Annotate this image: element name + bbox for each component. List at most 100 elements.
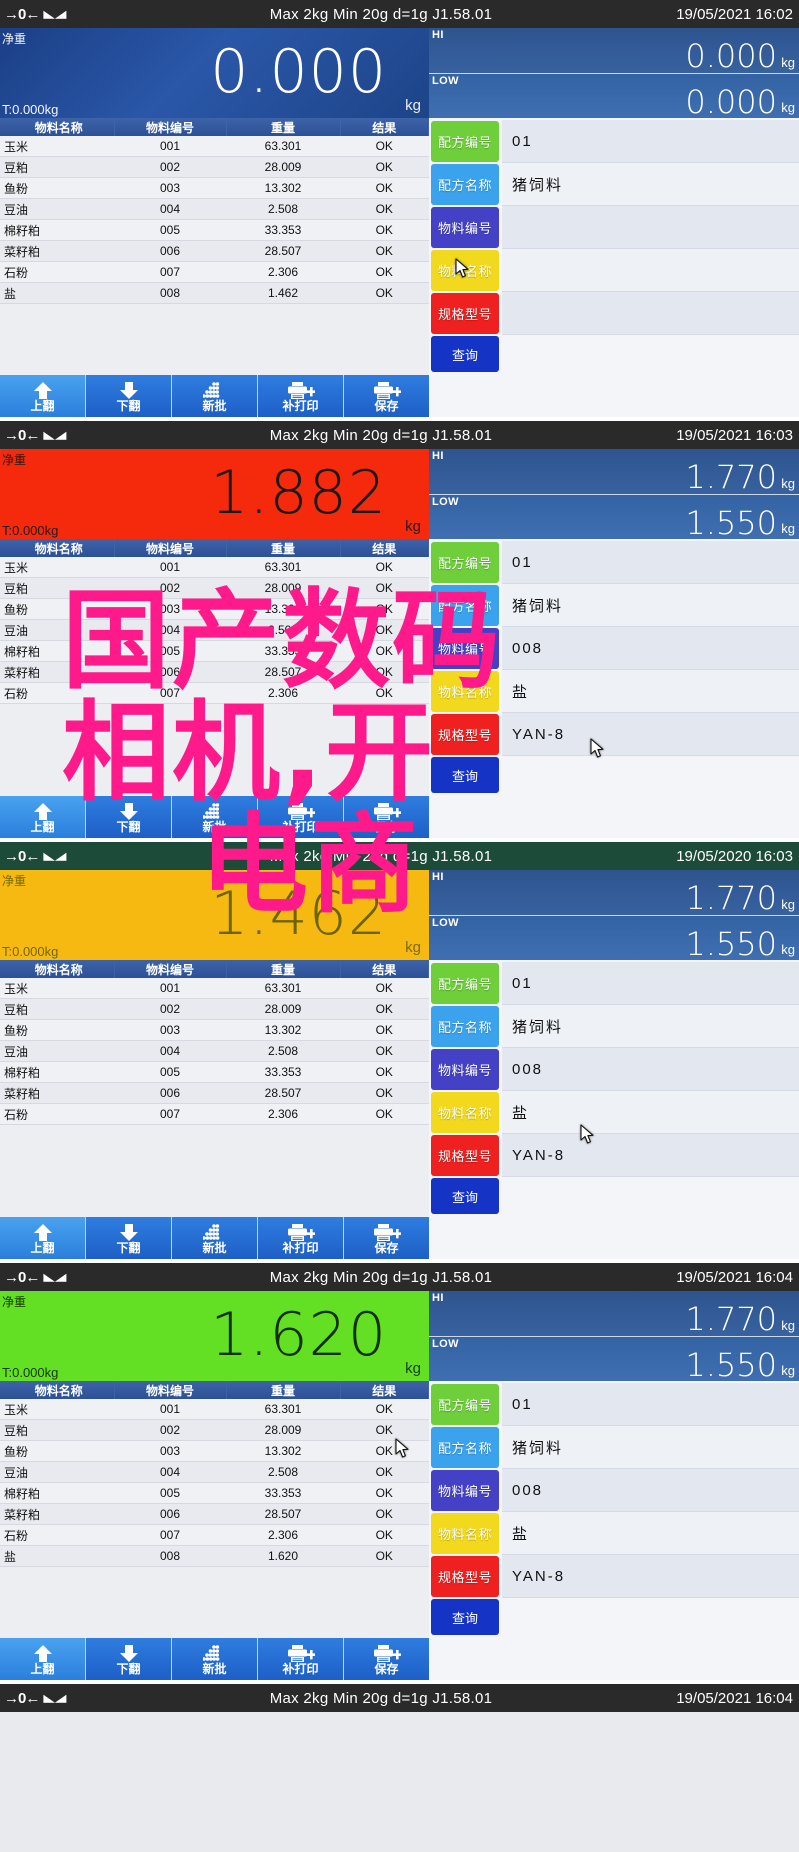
toolbar-button-保存[interactable]: 保存 — [344, 1638, 429, 1680]
toolbar-button-上翻[interactable]: 上翻 — [0, 375, 86, 417]
table-row[interactable]: 豆粕 002 28.009 OK — [0, 156, 429, 178]
table-row[interactable]: 鱼粉 003 13.302 OK — [0, 598, 429, 620]
form-value-spec-model[interactable] — [502, 292, 799, 335]
form-label-recipe-name[interactable]: 配方名称 — [431, 585, 499, 626]
material-table[interactable]: 物料名称 物料编号 重量 结果 玉米 001 63.301 OK 豆粕 002 28.009 OK 鱼粉… — [0, 539, 429, 796]
form-value-material-name[interactable]: 盐 — [502, 1091, 799, 1134]
table-row[interactable]: 豆油 004 2.508 OK — [0, 198, 429, 220]
toolbar-button-补打印[interactable]: 补打印 — [258, 796, 344, 838]
table-row[interactable]: 玉米 001 63.301 OK — [0, 978, 429, 999]
form-label-spec-model[interactable]: 规格型号 — [431, 1135, 499, 1176]
table-row[interactable]: 鱼粉 003 13.302 OK — [0, 1019, 429, 1041]
form-value-material-code[interactable]: 008 — [502, 627, 799, 670]
table-row[interactable]: 豆粕 002 28.009 OK — [0, 998, 429, 1020]
table-row[interactable]: 棉籽粕 005 33.353 OK — [0, 1061, 429, 1083]
form-label-material-code[interactable]: 物料编号 — [431, 628, 499, 669]
table-row[interactable]: 鱼粉 003 13.302 OK — [0, 1440, 429, 1462]
table-row[interactable]: 石粉 007 2.306 OK — [0, 1524, 429, 1546]
toolbar-button-下翻[interactable]: 下翻 — [86, 796, 172, 838]
form-value-material-code[interactable]: 008 — [502, 1469, 799, 1512]
form-value-material-name[interactable]: 盐 — [502, 1512, 799, 1555]
toolbar-button-下翻[interactable]: 下翻 — [86, 1217, 172, 1259]
form-label-material-name[interactable]: 物料名称 — [431, 1092, 499, 1133]
toolbar-button-补打印[interactable]: 补打印 — [258, 375, 344, 417]
form-value-material-name[interactable]: 盐 — [502, 670, 799, 713]
table-row[interactable]: 菜籽粕 006 28.507 OK — [0, 1082, 429, 1104]
table-row[interactable]: 菜籽粕 006 28.507 OK — [0, 1503, 429, 1525]
form-label-material-code[interactable]: 物料编号 — [431, 1049, 499, 1090]
table-row[interactable]: 豆粕 002 28.009 OK — [0, 577, 429, 599]
material-table[interactable]: 物料名称 物料编号 重量 结果 玉米 001 63.301 OK 豆粕 002 28.009 OK 鱼粉… — [0, 118, 429, 375]
toolbar-button-新批[interactable]: 新批 — [172, 796, 258, 838]
form-label-recipe-code[interactable]: 配方编号 — [431, 542, 499, 583]
material-table[interactable]: 物料名称 物料编号 重量 结果 玉米 001 63.301 OK 豆粕 002 28.009 OK 鱼粉… — [0, 1381, 429, 1638]
toolbar-button-新批[interactable]: 新批 — [172, 1638, 258, 1680]
toolbar-button-保存[interactable]: 保存 — [344, 375, 429, 417]
form-label-spec-model[interactable]: 规格型号 — [431, 714, 499, 755]
toolbar-button-新批[interactable]: 新批 — [172, 1217, 258, 1259]
table-row[interactable]: 玉米 001 63.301 OK — [0, 557, 429, 578]
table-row[interactable]: 棉籽粕 005 33.353 OK — [0, 1482, 429, 1504]
form-value-recipe-name[interactable]: 猪饲料 — [502, 1005, 799, 1048]
form-value-material-code[interactable] — [502, 206, 799, 249]
form-label-spec-model[interactable]: 规格型号 — [431, 293, 499, 334]
toolbar-button-上翻[interactable]: 上翻 — [0, 796, 86, 838]
form-label-recipe-code[interactable]: 配方编号 — [431, 121, 499, 162]
form-value-recipe-code[interactable]: 01 — [502, 120, 799, 163]
table-row[interactable]: 石粉 007 2.306 OK — [0, 1103, 429, 1125]
table-row[interactable]: 鱼粉 003 13.302 OK — [0, 177, 429, 199]
toolbar-button-下翻[interactable]: 下翻 — [86, 375, 172, 417]
form-value-material-name[interactable] — [502, 249, 799, 292]
form-value-recipe-name[interactable]: 猪饲料 — [502, 163, 799, 206]
form-value-recipe-name[interactable]: 猪饲料 — [502, 584, 799, 627]
query-button[interactable]: 查询 — [431, 336, 499, 372]
toolbar-button-保存[interactable]: 保存 — [344, 1217, 429, 1259]
toolbar-button-新批[interactable]: 新批 — [172, 375, 258, 417]
form-value-recipe-code[interactable]: 01 — [502, 541, 799, 584]
form-label-recipe-name[interactable]: 配方名称 — [431, 1006, 499, 1047]
toolbar-button-补打印[interactable]: 补打印 — [258, 1217, 344, 1259]
query-button[interactable]: 查询 — [431, 757, 499, 793]
table-row[interactable]: 豆油 004 2.508 OK — [0, 1040, 429, 1062]
table-row[interactable]: 玉米 001 63.301 OK — [0, 136, 429, 157]
table-row[interactable]: 豆油 004 2.508 OK — [0, 1461, 429, 1483]
form-label-material-code[interactable]: 物料编号 — [431, 207, 499, 248]
toolbar-button-上翻[interactable]: 上翻 — [0, 1638, 86, 1680]
query-button[interactable]: 查询 — [431, 1178, 499, 1214]
form-label-spec-model[interactable]: 规格型号 — [431, 1556, 499, 1597]
table-row[interactable]: 豆粕 002 28.009 OK — [0, 1419, 429, 1441]
toolbar-button-保存[interactable]: 保存 — [344, 796, 429, 838]
form-value-spec-model[interactable]: YAN-8 — [502, 1555, 799, 1598]
form-label-recipe-name[interactable]: 配方名称 — [431, 1427, 499, 1468]
form-label-material-code[interactable]: 物料编号 — [431, 1470, 499, 1511]
form-value-recipe-code[interactable]: 01 — [502, 962, 799, 1005]
table-row[interactable]: 菜籽粕 006 28.507 OK — [0, 661, 429, 683]
table-row[interactable]: 玉米 001 63.301 OK — [0, 1399, 429, 1420]
form-label-material-name[interactable]: 物料名称 — [431, 671, 499, 712]
form-value-spec-model[interactable]: YAN-8 — [502, 713, 799, 756]
table-row[interactable]: 石粉 007 2.306 OK — [0, 682, 429, 704]
table-row[interactable]: 棉籽粕 005 33.353 OK — [0, 219, 429, 241]
toolbar-button-上翻[interactable]: 上翻 — [0, 1217, 86, 1259]
cell-material-code: 005 — [114, 1061, 226, 1083]
table-row[interactable]: 豆油 004 2.508 OK — [0, 619, 429, 641]
table-row[interactable]: 棉籽粕 005 33.353 OK — [0, 640, 429, 662]
form-value-recipe-code[interactable]: 01 — [502, 1383, 799, 1426]
form-label-recipe-code[interactable]: 配方编号 — [431, 1384, 499, 1425]
table-row[interactable]: 盐 008 1.620 OK — [0, 1545, 429, 1567]
table-row[interactable]: 石粉 007 2.306 OK — [0, 261, 429, 283]
form-value-spec-model[interactable]: YAN-8 — [502, 1134, 799, 1177]
query-button[interactable]: 查询 — [431, 1599, 499, 1635]
form-label-material-name[interactable]: 物料名称 — [431, 250, 499, 291]
material-table[interactable]: 物料名称 物料编号 重量 结果 玉米 001 63.301 OK 豆粕 002 28.009 OK 鱼粉… — [0, 960, 429, 1217]
form-label-material-name[interactable]: 物料名称 — [431, 1513, 499, 1554]
form-label-recipe-code[interactable]: 配方编号 — [431, 963, 499, 1004]
form-value-material-code[interactable]: 008 — [502, 1048, 799, 1091]
form-value-recipe-name[interactable]: 猪饲料 — [502, 1426, 799, 1469]
form-label-recipe-name[interactable]: 配方名称 — [431, 164, 499, 205]
table-row[interactable]: 盐 008 1.462 OK — [0, 282, 429, 304]
table-row[interactable]: 菜籽粕 006 28.507 OK — [0, 240, 429, 262]
toolbar-button-下翻[interactable]: 下翻 — [86, 1638, 172, 1680]
toolbar-button-补打印[interactable]: 补打印 — [258, 1638, 344, 1680]
cell-weight: 63.301 — [226, 978, 340, 999]
